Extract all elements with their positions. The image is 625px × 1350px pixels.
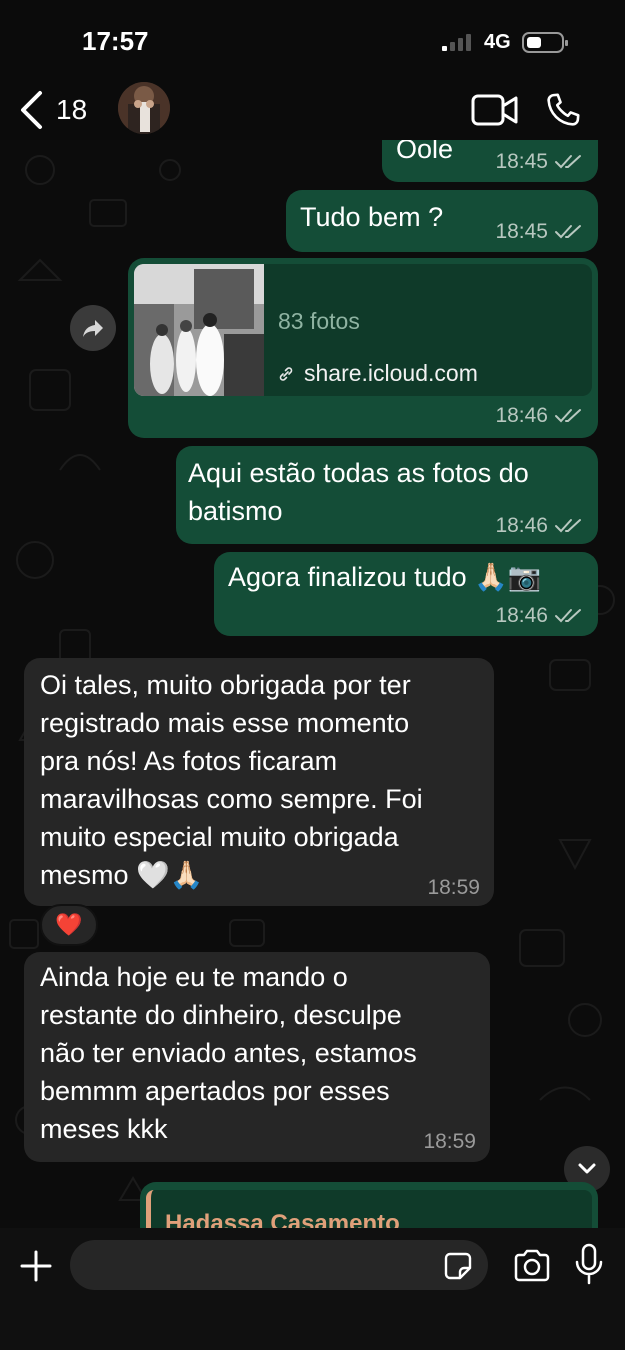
message-meta: 18:46 [495,514,584,538]
link-preview-photo [134,264,264,396]
chat-area[interactable]: Oole 18:45 Tudo bem ? 18:45 83 fotos sha… [0,140,625,1228]
status-bar: 17:57 4G [0,0,625,80]
link-preview-card[interactable]: 83 fotos share.icloud.com [134,264,592,396]
message-meta: 18:59 [423,1130,476,1154]
message-meta: 18:46 [495,604,584,628]
double-check-icon [555,519,581,533]
message-text: Agora finalizou tudo 🙏🏻📷 [228,562,542,592]
signal-icon [442,33,471,51]
message-meta: 18:45 [495,220,584,244]
message-meta: 18:45 [495,150,584,174]
message-time: 18:46 [495,604,548,627]
chevron-left-icon [21,91,42,129]
camera-icon[interactable] [512,1246,552,1286]
message-input-container[interactable] [70,1240,488,1290]
link-url: share.icloud.com [304,360,478,386]
battery-icon [522,32,568,53]
microphone-icon[interactable] [572,1242,606,1286]
phone-icon [547,93,580,126]
message-text: Tudo bem ? [300,202,444,232]
message-time: 18:45 [495,220,548,243]
network-type: 4G [484,31,511,53]
chevron-down-icon [578,1163,596,1174]
link-row[interactable]: share.icloud.com [278,360,478,387]
message-bubble-incoming[interactable]: Ainda hoje eu te mando o restante do din… [24,952,490,1162]
unread-count: 18 [56,94,88,125]
link-preview-bubble[interactable]: 83 fotos share.icloud.com 18:46 [128,258,598,438]
message-time: 18:45 [495,150,548,173]
sticker-icon[interactable] [442,1250,474,1282]
double-check-icon [555,155,581,169]
message-meta: 18:59 [427,876,480,900]
quote-author: Hadassa Casamento [165,1210,400,1228]
message-text: Oi tales, muito obrigada por ter registr… [40,670,423,890]
double-check-icon [555,609,581,623]
message-input[interactable] [88,1240,428,1290]
reaction-badge[interactable]: ❤️ [40,904,98,946]
message-bubble-outgoing[interactable]: Agora finalizou tudo 🙏🏻📷 18:46 [214,552,598,636]
message-bubble-outgoing[interactable]: Hadassa Casamento [140,1182,598,1228]
forward-button[interactable] [70,305,116,351]
message-time: 18:46 [495,514,548,537]
message-text: Oole [396,140,454,164]
double-check-icon [555,409,581,423]
plus-icon[interactable] [18,1248,54,1284]
link-icon [279,366,293,381]
message-text: Ainda hoje eu te mando o restante do din… [40,962,417,1144]
photos-count: 83 fotos [278,308,360,334]
composer-bar [0,1228,625,1350]
chat-header: 18 [0,80,625,140]
voice-call-button[interactable] [538,88,588,132]
message-meta: 18:46 [495,404,584,428]
message-bubble-outgoing[interactable]: Aqui estão todas as fotos do batismo 18:… [176,446,598,544]
message-text: Aqui estão todas as fotos do batismo [188,458,529,526]
quoted-message[interactable]: Hadassa Casamento [146,1190,592,1228]
message-time: 18:46 [495,404,548,427]
video-call-button[interactable] [470,88,520,132]
reaction-emoji: ❤️ [55,912,83,937]
message-time: 18:59 [423,1130,476,1153]
message-bubble-outgoing[interactable]: Oole 18:45 [382,140,598,182]
message-bubble-outgoing[interactable]: Tudo bem ? 18:45 [286,190,598,252]
message-time: 18:59 [427,876,480,899]
back-button[interactable]: 18 [18,88,108,132]
status-time: 17:57 [82,26,149,56]
avatar[interactable] [118,82,170,134]
message-bubble-incoming[interactable]: Oi tales, muito obrigada por ter registr… [24,658,494,906]
forward-icon [83,320,103,337]
double-check-icon [555,225,581,239]
video-call-icon [471,94,518,126]
